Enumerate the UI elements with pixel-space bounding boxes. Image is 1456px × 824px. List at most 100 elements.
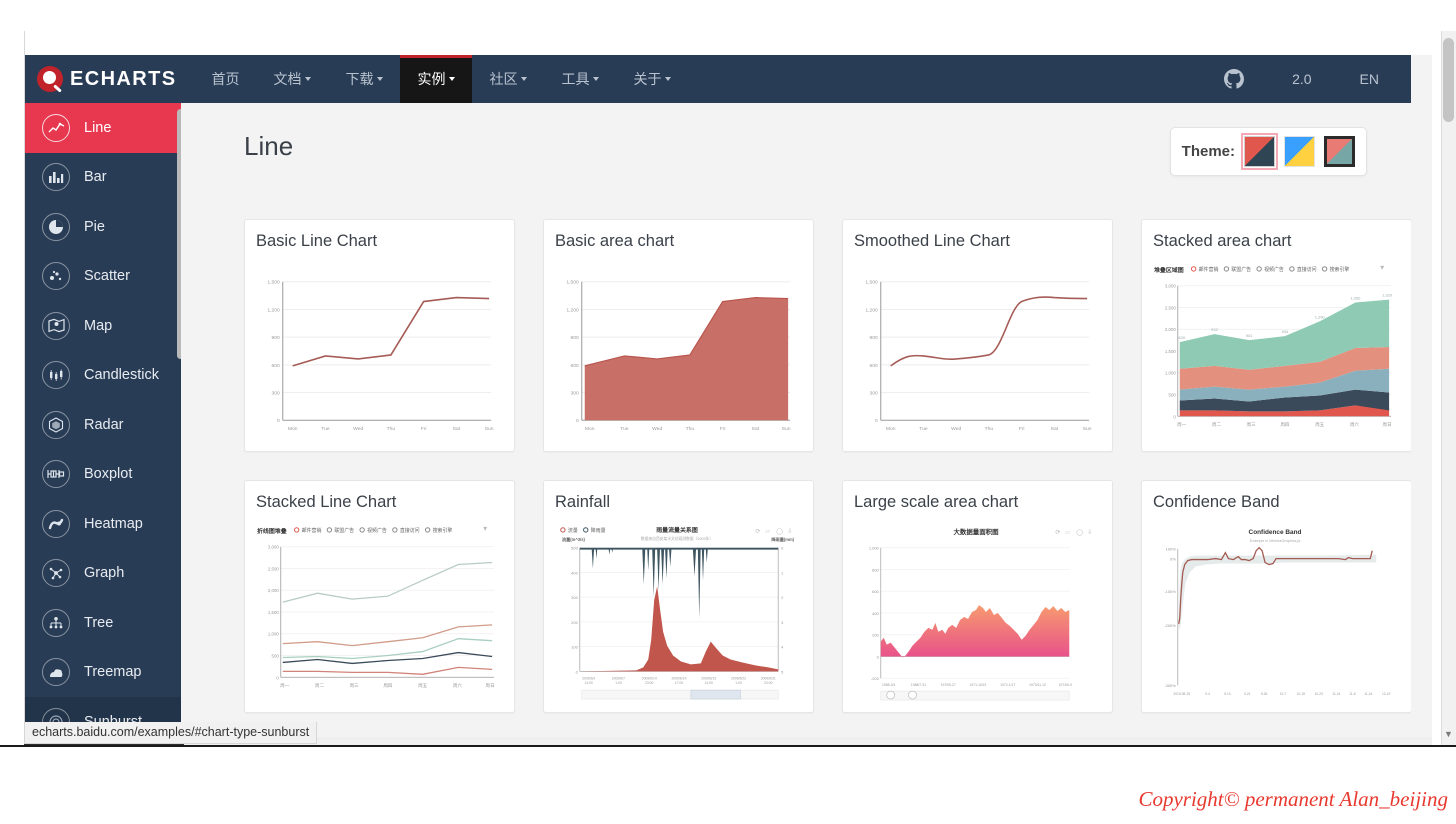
example-card-confidence-band[interactable]: Confidence Band Confidence Band Example … xyxy=(1141,480,1411,713)
sidebar-item-label: Tree xyxy=(84,614,114,631)
sidebar-item-heatmap[interactable]: Heatmap xyxy=(25,499,181,549)
chart-inner-title: Confidence Band xyxy=(1249,529,1302,536)
svg-text:周五: 周五 xyxy=(418,683,428,689)
svg-text:9-10: 9-10 xyxy=(1224,692,1231,696)
example-card-stacked-line[interactable]: Stacked Line Chart 折线图堆叠 邮件营销 联盟广告 视频广告 … xyxy=(244,480,515,713)
sidebar-item-candlestick[interactable]: Candlestick xyxy=(25,351,181,401)
sidebar-item-tree[interactable]: Tree xyxy=(25,598,181,648)
svg-text:周三: 周三 xyxy=(1247,422,1257,428)
svg-text:12-19: 12-19 xyxy=(1382,692,1391,696)
example-card-rainfall[interactable]: Rainfall 流量 降雨量 雨量流量关系图 数据来自西安某水文站观测数据（2… xyxy=(543,480,814,713)
scatter-chart-icon xyxy=(42,262,70,291)
svg-text:1,200: 1,200 xyxy=(267,307,280,313)
theme-selector: Theme: xyxy=(1169,127,1367,176)
github-link[interactable] xyxy=(1200,55,1268,103)
sidebar-item-graph[interactable]: Graph xyxy=(25,549,181,599)
card-title: Smoothed Line Chart xyxy=(854,232,1010,250)
svg-text:Fri: Fri xyxy=(1019,426,1025,432)
example-card-large-area[interactable]: Large scale area chart 大数据量面积图 ⟳ ▱ ◯ ⇩ 1… xyxy=(842,480,1113,713)
sidebar-item-line[interactable]: Line xyxy=(25,103,181,153)
svg-text:直接访问: 直接访问 xyxy=(1297,266,1317,273)
svg-text:300: 300 xyxy=(272,391,281,397)
svg-text:⇩: ⇩ xyxy=(787,528,792,535)
nav-item-about[interactable]: 关于 xyxy=(616,55,688,103)
example-card-smoothed-line[interactable]: Smoothed Line Chart 1,500 1,200 900 600 … xyxy=(842,219,1113,452)
theme-swatch-light[interactable] xyxy=(1284,136,1315,167)
svg-text:0: 0 xyxy=(276,675,279,680)
svg-text:1,330: 1,330 xyxy=(1350,296,1361,301)
chevron-down-icon xyxy=(377,77,384,81)
sidebar-item-label: Bar xyxy=(84,169,107,186)
sidebar-item-treemap[interactable]: Treemap xyxy=(25,648,181,698)
nav-item-docs[interactable]: 文档 xyxy=(256,55,328,103)
nav-right-group: 2.0 EN xyxy=(1200,55,1411,103)
language-selector[interactable]: EN xyxy=(1336,55,1403,103)
example-card-basic-area[interactable]: Basic area chart 1,500 1,200 900 600 300… xyxy=(543,219,814,452)
nav-item-download[interactable]: 下载 xyxy=(328,55,400,103)
svg-text:1,500: 1,500 xyxy=(865,280,878,286)
svg-text:Fri: Fri xyxy=(421,426,427,432)
sidebar-item-label: Heatmap xyxy=(84,515,143,532)
svg-text:600: 600 xyxy=(870,363,879,369)
heatmap-icon xyxy=(42,509,70,538)
candlestick-icon xyxy=(42,361,70,390)
nav-item-community[interactable]: 社区 xyxy=(472,55,544,103)
sidebar-item-scatter[interactable]: Scatter xyxy=(25,252,181,302)
svg-text:2,000: 2,000 xyxy=(268,588,279,593)
sidebar: Line Bar Pie Scatter Map Candlestick Rad… xyxy=(25,103,181,745)
svg-text:⇩: ⇩ xyxy=(1087,529,1092,536)
boxplot-icon xyxy=(42,460,70,489)
svg-text:2015-08-29: 2015-08-29 xyxy=(1173,692,1190,696)
scroll-down-arrow-icon[interactable]: ▼ xyxy=(1442,727,1455,740)
sidebar-item-radar[interactable]: Radar xyxy=(25,400,181,450)
chart-inner-subtitle: Example in MetricsGraphics.js xyxy=(1250,539,1301,543)
svg-text:直接访问: 直接访问 xyxy=(400,527,420,534)
version-selector[interactable]: 2.0 xyxy=(1268,55,1335,103)
svg-text:2,500: 2,500 xyxy=(1165,305,1176,310)
graph-icon xyxy=(42,559,70,588)
nav-item-examples[interactable]: 实例 xyxy=(400,55,473,103)
svg-text:⟳: ⟳ xyxy=(755,529,760,535)
page-scrollbar-thumb[interactable] xyxy=(1443,38,1454,122)
svg-text:934: 934 xyxy=(1282,329,1289,334)
pie-chart-icon xyxy=(42,212,70,241)
sidebar-item-boxplot[interactable]: Boxplot xyxy=(25,450,181,500)
svg-text:周三: 周三 xyxy=(350,683,360,689)
svg-text:0: 0 xyxy=(277,418,280,424)
sidebar-item-pie[interactable]: Pie xyxy=(25,202,181,252)
sidebar-item-bar[interactable]: Bar xyxy=(25,153,181,203)
svg-text:5: 5 xyxy=(781,669,784,674)
svg-text:Tue: Tue xyxy=(620,426,629,432)
nav-item-tools[interactable]: 工具 xyxy=(544,55,616,103)
card-title: Rainfall xyxy=(555,493,611,511)
example-card-stacked-area[interactable]: Stacked area chart 堆叠区域图 邮件营销 联盟广告 视频广告 … xyxy=(1141,219,1411,452)
sidebar-item-map[interactable]: Map xyxy=(25,301,181,351)
svg-text:2,500: 2,500 xyxy=(268,566,279,571)
chevron-down-icon xyxy=(593,77,600,81)
svg-text:400: 400 xyxy=(571,570,578,575)
svg-text:周二: 周二 xyxy=(1212,422,1222,428)
page-vertical-scrollbar[interactable] xyxy=(1441,31,1456,745)
svg-text:2009/6/2: 2009/6/2 xyxy=(582,676,595,680)
svg-text:降雨量(mm): 降雨量(mm) xyxy=(771,536,794,542)
svg-text:Tue: Tue xyxy=(919,426,928,432)
svg-text:流量: 流量 xyxy=(568,527,578,534)
nav-item-label: 关于 xyxy=(633,71,662,87)
svg-text:4: 4 xyxy=(781,645,784,650)
theme-swatch-default[interactable] xyxy=(1241,133,1278,170)
svg-text:200: 200 xyxy=(872,633,879,638)
chevron-down-icon xyxy=(305,77,312,81)
svg-text:0%: 0% xyxy=(1170,557,1176,562)
example-card-basic-line[interactable]: Basic Line Chart 1,500 1,200 900 600 300… xyxy=(244,219,515,452)
theme-swatch-dark[interactable] xyxy=(1324,136,1355,167)
svg-text:2009/6/7: 2009/6/7 xyxy=(612,676,625,680)
map-icon xyxy=(42,311,70,340)
nav-item-home[interactable]: 首页 xyxy=(194,55,256,103)
svg-text:9-21: 9-21 xyxy=(1244,692,1251,696)
svg-text:3,000: 3,000 xyxy=(1165,284,1176,289)
svg-text:Tue: Tue xyxy=(321,426,330,432)
svg-text:周四: 周四 xyxy=(1280,422,1290,428)
page-title: Line xyxy=(244,131,294,161)
brand[interactable]: ECHARTS xyxy=(25,66,194,92)
chevron-down-icon xyxy=(665,77,672,81)
